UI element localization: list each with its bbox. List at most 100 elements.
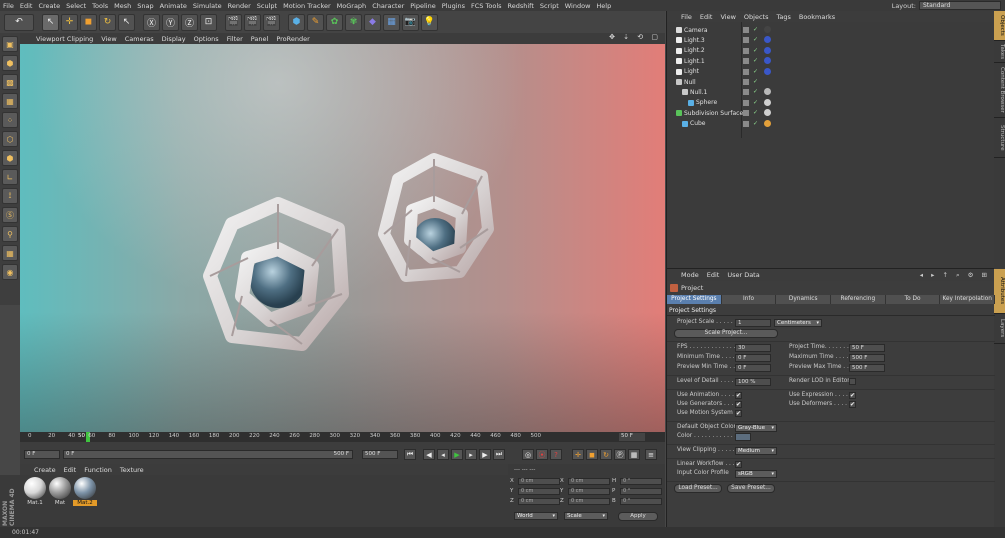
side-tab-structure[interactable]: Structure bbox=[994, 118, 1005, 158]
render-settings-icon[interactable]: 🎬 bbox=[263, 13, 280, 31]
object-menu-edit[interactable]: Edit bbox=[696, 13, 717, 21]
array-icon[interactable]: ✾ bbox=[345, 13, 362, 31]
axis-mode-icon[interactable]: ∟ bbox=[2, 169, 18, 185]
visibility-check-icon[interactable]: ✓ bbox=[753, 109, 758, 116]
object-layer-swatch[interactable] bbox=[743, 47, 749, 54]
visibility-check-icon[interactable]: ✓ bbox=[753, 47, 758, 54]
texture-mode-icon[interactable]: ▩ bbox=[2, 74, 18, 90]
material-swatch[interactable]: Mat.1 bbox=[23, 477, 47, 510]
project-scale-unit-select[interactable]: Centimeters bbox=[774, 319, 822, 327]
use-deformers-checkbox[interactable]: ✔ bbox=[849, 401, 856, 408]
preview-max-time-field[interactable]: 500 F bbox=[849, 364, 885, 372]
object-menu-file[interactable]: File bbox=[677, 13, 696, 21]
coordinate-system-icon[interactable]: ⊡ bbox=[200, 13, 217, 31]
object-row[interactable]: Light.1 ✓ bbox=[667, 56, 995, 66]
visibility-check-icon[interactable]: ✓ bbox=[753, 120, 758, 127]
menu-mesh[interactable]: Mesh bbox=[111, 2, 134, 10]
object-tag-icon[interactable] bbox=[764, 67, 771, 75]
attribute-menu-user-data[interactable]: User Data bbox=[723, 271, 763, 279]
preview-min-time-field[interactable]: 0 F bbox=[735, 364, 771, 372]
fps-field[interactable]: 30 bbox=[735, 344, 771, 352]
record-active-objects-icon[interactable]: ◎ bbox=[522, 449, 534, 460]
menu-file[interactable]: File bbox=[0, 2, 17, 10]
cube-primitive-icon[interactable]: ⬢ bbox=[288, 13, 305, 31]
object-row[interactable]: Sphere ✓ bbox=[667, 98, 995, 108]
keyframe-selection-icon[interactable]: ? bbox=[550, 449, 562, 460]
coord-value-field[interactable]: 0 cm bbox=[568, 478, 610, 485]
x-axis-lock-icon[interactable]: Ⓧ bbox=[143, 13, 160, 31]
object-layer-swatch[interactable] bbox=[743, 27, 749, 33]
viewport-menu-cameras[interactable]: Cameras bbox=[121, 35, 158, 43]
visibility-check-icon[interactable]: ✓ bbox=[753, 57, 758, 64]
tab-referencing[interactable]: Referencing bbox=[831, 295, 886, 304]
z-axis-lock-icon[interactable]: Ⓩ bbox=[181, 13, 198, 31]
object-tag-icon[interactable] bbox=[764, 26, 771, 33]
view-clipping-select[interactable]: Medium bbox=[735, 447, 777, 455]
side-tab-takes[interactable]: Takes bbox=[994, 41, 1005, 63]
object-menu-tags[interactable]: Tags bbox=[772, 13, 794, 21]
scale-project-button[interactable]: Scale Project... bbox=[674, 329, 778, 338]
coord-mode-select[interactable]: World bbox=[514, 512, 558, 520]
object-row[interactable]: Light ✓ bbox=[667, 67, 995, 77]
tab-to-do[interactable]: To Do bbox=[885, 295, 941, 304]
coord-value-field[interactable]: 0 ° bbox=[620, 478, 662, 485]
generator-icon[interactable]: ✿ bbox=[326, 13, 343, 31]
use-animation-checkbox[interactable]: ✔ bbox=[735, 392, 742, 399]
object-tag-icon[interactable] bbox=[764, 98, 771, 106]
timeline-ruler[interactable]: 50 50 F 0 20 40 60 80 100 120 140 160 180 200 220 24… bbox=[20, 432, 665, 442]
previous-key-icon[interactable]: ◀ bbox=[423, 449, 435, 460]
attribute-nav-icons[interactable]: ◂ ▸ ↑ ⌕ ⚙ ⊞ bbox=[920, 271, 990, 280]
object-layer-swatch[interactable] bbox=[743, 58, 749, 65]
coord-value-field[interactable]: 0 ° bbox=[620, 488, 662, 495]
side-tab-layers[interactable]: Layers bbox=[994, 314, 1005, 344]
menu-plugins[interactable]: Plugins bbox=[439, 2, 468, 10]
render-lod-checkbox[interactable] bbox=[849, 378, 856, 385]
planar-workplane-icon[interactable]: ◉ bbox=[2, 264, 18, 280]
input-color-profile-select[interactable]: sRGB bbox=[735, 470, 777, 478]
polygons-mode-icon[interactable]: ⬢ bbox=[2, 150, 18, 166]
menu-mograph[interactable]: MoGraph bbox=[334, 2, 370, 10]
use-expression-checkbox[interactable]: ✔ bbox=[849, 392, 856, 399]
light-icon[interactable]: 💡 bbox=[421, 13, 438, 31]
object-row[interactable]: Light.3 ✓ bbox=[667, 35, 995, 45]
save-preset-button[interactable]: Save Preset... bbox=[727, 484, 775, 493]
menu-redshift[interactable]: Redshift bbox=[505, 2, 537, 10]
material-swatch[interactable]: Mat bbox=[48, 477, 72, 510]
coord-value-field[interactable]: 0 cm bbox=[518, 488, 560, 495]
key-rotation-icon[interactable]: ↻ bbox=[600, 449, 612, 460]
object-tag-icon[interactable] bbox=[764, 88, 771, 96]
menu-select[interactable]: Select bbox=[63, 2, 89, 10]
layout-select[interactable]: Standard bbox=[919, 1, 1001, 10]
tab-project-settings[interactable]: Project Settings bbox=[667, 295, 722, 304]
preview-range-slider[interactable]: 0 F 500 F bbox=[63, 450, 353, 459]
level-of-detail-field[interactable]: 100 % bbox=[735, 378, 771, 386]
object-row[interactable]: Null.1 ✓ bbox=[667, 87, 995, 97]
move-tool-icon[interactable]: ✛ bbox=[61, 13, 78, 31]
menu-edit[interactable]: Edit bbox=[17, 2, 36, 10]
object-layer-swatch[interactable] bbox=[743, 99, 749, 106]
previous-frame-icon[interactable]: ◂ bbox=[437, 449, 449, 460]
object-layer-swatch[interactable] bbox=[743, 110, 749, 117]
viewport-menu-viewport-clipping[interactable]: Viewport Clipping bbox=[32, 35, 97, 43]
menu-snap[interactable]: Snap bbox=[134, 2, 156, 10]
key-pla-icon[interactable]: ▦ bbox=[628, 449, 640, 460]
scale-tool-icon[interactable]: ◼ bbox=[80, 13, 97, 31]
side-tab-objects[interactable]: Objects bbox=[994, 11, 1005, 41]
tweak-mode-icon[interactable]: ⟟ bbox=[2, 188, 18, 204]
viewport-menu-panel[interactable]: Panel bbox=[247, 35, 273, 43]
project-scale-field[interactable]: 1 bbox=[735, 319, 771, 327]
material-menu-function[interactable]: Function bbox=[80, 466, 116, 474]
play-icon[interactable]: ▶ bbox=[451, 449, 463, 460]
minimum-time-field[interactable]: 0 F bbox=[735, 354, 771, 362]
object-tag-icon[interactable] bbox=[764, 109, 771, 117]
object-row[interactable]: Camera ✓ bbox=[667, 25, 995, 35]
viewport-menu-view[interactable]: View bbox=[97, 35, 120, 43]
snap-icon[interactable]: Ⓢ bbox=[2, 207, 18, 223]
menu-render[interactable]: Render bbox=[225, 2, 254, 10]
workplane-icon[interactable]: ▦ bbox=[2, 93, 18, 109]
locked-workplane-icon[interactable]: ▦ bbox=[2, 245, 18, 261]
apply-button[interactable]: Apply bbox=[618, 512, 658, 521]
visibility-check-icon[interactable]: ✓ bbox=[753, 36, 758, 43]
use-generators-checkbox[interactable]: ✔ bbox=[735, 401, 742, 408]
deformer-icon[interactable]: ◆ bbox=[364, 13, 381, 31]
